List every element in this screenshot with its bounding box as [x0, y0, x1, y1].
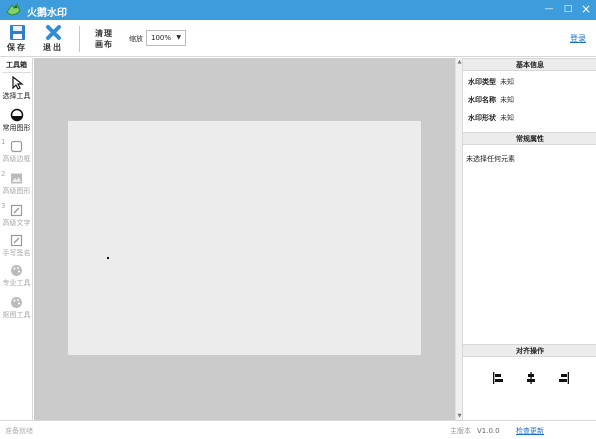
- minimize-button[interactable]: —: [540, 2, 558, 17]
- close-x-icon: [45, 25, 61, 40]
- tool-select[interactable]: 选择工具: [0, 76, 33, 101]
- signature-icon: [10, 234, 23, 247]
- save-button[interactable]: 保存: [3, 24, 31, 54]
- maximize-button[interactable]: □: [559, 2, 577, 17]
- save-icon: [9, 25, 25, 40]
- tool-advanced-border[interactable]: 1 高级边框: [0, 138, 33, 164]
- text-edit-icon: [10, 204, 23, 217]
- toolbar: 保存 退出 清理 画布 缩放 100% ▼ 登录: [0, 20, 596, 57]
- align-center-icon[interactable]: [525, 372, 537, 384]
- canvas-area[interactable]: [34, 58, 455, 420]
- tool-common-shapes[interactable]: 常用图形: [0, 108, 33, 133]
- zoom-select[interactable]: 100% ▼: [146, 30, 186, 46]
- title-bar: 火鹅水印 — □ ×: [0, 0, 596, 20]
- toolbox-panel: 工具箱 选择工具 常用图形 1 高级边框 2 高级图形 3 高级文字 手写签名 …: [0, 58, 33, 420]
- check-update-link[interactable]: 检查更新: [516, 426, 544, 436]
- tool-label: 常用图形: [2, 124, 31, 132]
- palette-icon: [11, 265, 22, 276]
- save-label: 保存: [7, 43, 27, 52]
- exit-button[interactable]: 退出: [39, 24, 67, 54]
- version-value: V1.0.0: [477, 427, 500, 435]
- zoom-label: 缩放: [129, 35, 143, 43]
- image-icon: [11, 173, 22, 184]
- app-title: 火鹅水印: [27, 8, 67, 19]
- align-right-icon[interactable]: [558, 372, 570, 384]
- login-link[interactable]: 登录: [570, 33, 586, 44]
- app-logo-icon: [6, 3, 21, 16]
- info-key: 水印形状: [468, 114, 496, 122]
- tool-advanced-image[interactable]: 2 高级图形: [0, 170, 33, 196]
- version-label: 主版本: [450, 427, 471, 435]
- tool-label: 高级图形: [2, 187, 31, 195]
- clear-canvas-label-1: 清理: [95, 29, 113, 38]
- tool-number: 2: [1, 170, 6, 178]
- align-left-icon[interactable]: [492, 372, 504, 384]
- info-value: 未知: [500, 78, 514, 86]
- cursor-icon: [11, 76, 24, 90]
- border-icon: [10, 140, 23, 153]
- tool-cutout[interactable]: 抠图工具: [0, 296, 33, 320]
- info-row-shape: 水印形状 未知: [468, 113, 514, 123]
- tool-handwritten-signature[interactable]: 手写签名: [0, 234, 33, 258]
- info-row-type: 水印类型 未知: [468, 77, 514, 87]
- clear-canvas-label-2: 画布: [95, 40, 113, 49]
- version-info: 主版本 V1.0.0: [450, 426, 500, 436]
- canvas-scrollbar[interactable]: ▲ ▼: [455, 58, 462, 420]
- tool-number: 3: [1, 202, 6, 210]
- tool-advanced-text[interactable]: 3 高级文字: [0, 202, 33, 228]
- info-key: 水印名称: [468, 96, 496, 104]
- clear-canvas-button[interactable]: 清理 画布: [94, 28, 114, 50]
- status-bar: 准备就绪 主版本 V1.0.0 检查更新: [0, 420, 596, 439]
- tool-label: 选择工具: [2, 92, 31, 100]
- basic-info-title: 基本信息: [463, 58, 596, 71]
- no-selection-text: 未选择任何元素: [466, 155, 515, 163]
- tool-label: 专业工具: [2, 279, 31, 287]
- align-title: 对齐操作: [463, 344, 596, 357]
- tool-label: 手写签名: [2, 249, 31, 257]
- info-key: 水印类型: [468, 78, 496, 86]
- close-button[interactable]: ×: [577, 2, 595, 17]
- info-row-name: 水印名称 未知: [468, 95, 514, 105]
- exit-label: 退出: [43, 43, 63, 52]
- toolbar-divider: [79, 26, 80, 52]
- palette-icon: [11, 297, 22, 308]
- tool-label: 抠图工具: [2, 311, 31, 319]
- canvas-cursor-dot: [107, 257, 109, 259]
- status-text: 准备就绪: [5, 427, 33, 435]
- circle-shape-icon: [10, 108, 23, 122]
- zoom-value: 100%: [151, 34, 172, 42]
- tool-professional[interactable]: 专业工具: [0, 264, 33, 288]
- tool-label: 高级边框: [2, 155, 31, 163]
- properties-panel: 基本信息 水印类型 未知 水印名称 未知 水印形状 未知 常规属性 未选择任何元素 对…: [462, 58, 596, 420]
- info-value: 未知: [500, 96, 514, 104]
- chevron-down-icon: ▼: [176, 34, 181, 41]
- info-value: 未知: [500, 114, 514, 122]
- properties-title: 常规属性: [463, 132, 596, 145]
- tool-label: 高级文字: [2, 219, 31, 227]
- toolbox-header: 工具箱: [2, 60, 31, 73]
- tool-number: 1: [1, 138, 6, 146]
- watermark-canvas[interactable]: [68, 121, 421, 355]
